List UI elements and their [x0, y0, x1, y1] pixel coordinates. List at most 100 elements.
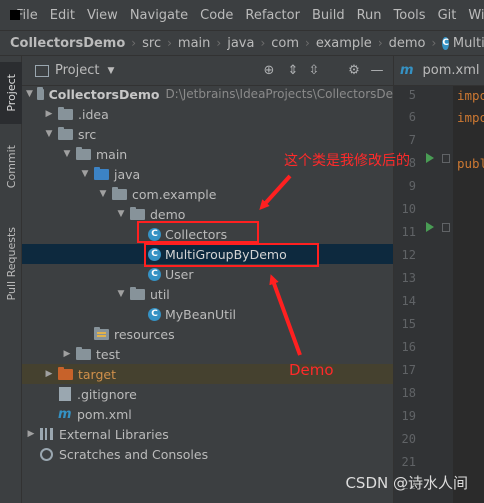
chevron-right-icon[interactable]: ▶ [26, 429, 36, 439]
breadcrumb-project[interactable]: CollectorsDemo [10, 36, 125, 51]
file-icon [59, 387, 71, 401]
folder-icon [58, 106, 73, 120]
class-icon: C [442, 36, 449, 50]
run-class-icon[interactable] [426, 153, 434, 163]
chevron-right-icon: › [131, 36, 137, 50]
tree-item-label: CollectorsDemo [48, 86, 160, 102]
project-window-icon [35, 64, 49, 77]
tree-item-gitignore[interactable]: ▶ .gitignore [22, 384, 393, 404]
class-icon: C [148, 267, 161, 281]
tree-item-resources[interactable]: ▶ resources [22, 324, 393, 344]
breadcrumb-com[interactable]: com [271, 36, 299, 51]
tree-item-root[interactable]: ▼ CollectorsDemo D:\Jetbrains\IdeaProjec… [22, 84, 393, 104]
breadcrumb-java[interactable]: java [227, 36, 254, 51]
annotation-note-top: 这个类是我修改后的 [284, 153, 410, 169]
tool-tab-pull-requests[interactable]: Pull Requests [0, 216, 22, 312]
menu-run[interactable]: Run [357, 8, 382, 23]
breadcrumb-example[interactable]: example [316, 36, 372, 51]
tree-item-util[interactable]: ▼ util [22, 284, 393, 304]
tree-item-user[interactable]: ▶ C User [22, 264, 393, 284]
line-number: 7 [408, 133, 416, 147]
line-number: 9 [408, 179, 416, 193]
tree-item-label: resources [114, 326, 175, 342]
code-editor[interactable]: impo impo publ [453, 86, 484, 503]
tree-item-label: util [150, 286, 170, 302]
tree-item-target[interactable]: ▶ target [22, 364, 393, 384]
chevron-down-icon[interactable]: ▼ [62, 149, 72, 159]
tree-item-mybeanutil[interactable]: ▶ C MyBeanUtil [22, 304, 393, 324]
tree-item-label: External Libraries [59, 426, 169, 442]
resources-folder-icon [94, 326, 109, 340]
line-number: 13 [401, 271, 416, 285]
expand-all-icon[interactable]: ⇳ [307, 64, 321, 78]
chevron-right-icon[interactable]: ▶ [44, 369, 54, 379]
breadcrumb-main[interactable]: main [178, 36, 210, 51]
tree-item-label: MyBeanUtil [165, 306, 237, 322]
line-number: 16 [401, 340, 416, 354]
chevron-right-icon[interactable]: ▶ [44, 109, 54, 119]
menu-build[interactable]: Build [312, 8, 345, 23]
package-icon [130, 286, 145, 300]
library-icon [40, 428, 53, 440]
tool-tab-pull-requests-label: Pull Requests [4, 227, 18, 301]
menu-git[interactable]: Git [438, 8, 457, 23]
line-number: 20 [401, 432, 416, 446]
panel-title[interactable]: Project [55, 63, 99, 78]
menu-edit[interactable]: Edit [50, 8, 75, 23]
gear-icon[interactable]: ⚙ [347, 64, 361, 78]
tree-item-com-example[interactable]: ▼ com.example [22, 184, 393, 204]
chevron-right-icon: › [216, 36, 222, 50]
project-path: D:\Jetbrains\IdeaProjects\CollectorsDe [165, 87, 393, 101]
menu-navigate[interactable]: Navigate [130, 8, 188, 23]
left-tool-strip: Project Commit Pull Requests [0, 56, 22, 503]
hide-icon[interactable]: — [370, 64, 384, 78]
fold-icon[interactable] [442, 223, 450, 232]
tree-item-label: com.example [132, 186, 217, 202]
code-line: impo [457, 110, 484, 125]
run-main-icon[interactable] [426, 222, 434, 232]
collapse-all-icon[interactable]: ⇕ [286, 64, 300, 78]
tree-item-idea[interactable]: ▶ .idea [22, 104, 393, 124]
menu-view[interactable]: View [87, 8, 118, 23]
editor-tab-pom[interactable]: pom.xml (C [423, 63, 484, 78]
line-number: 12 [401, 248, 416, 262]
menu-window[interactable]: Wind [468, 8, 484, 23]
menu-refactor[interactable]: Refactor [245, 8, 300, 23]
chevron-right-icon[interactable]: ▶ [62, 349, 72, 359]
chevron-down-icon[interactable]: ▼ [116, 209, 126, 219]
chevron-down-icon[interactable]: ▼ [26, 89, 33, 99]
maven-icon: m [400, 63, 414, 78]
chevron-down-icon[interactable]: ▼ [107, 66, 114, 76]
chevron-down-icon[interactable]: ▼ [98, 189, 108, 199]
locate-icon[interactable]: ⊕ [262, 64, 276, 78]
line-number: 5 [408, 88, 416, 102]
editor-tab-bar: m pom.xml (C [393, 56, 484, 86]
breadcrumb-demo[interactable]: demo [389, 36, 426, 51]
tool-tab-commit[interactable]: Commit [0, 136, 22, 198]
menu-bar: File Edit View Navigate Code Refactor Bu… [0, 0, 484, 30]
folder-icon [76, 346, 91, 360]
folder-icon [36, 86, 44, 100]
menu-code[interactable]: Code [200, 8, 233, 23]
tree-item-src[interactable]: ▼ src [22, 124, 393, 144]
tool-tab-project[interactable]: Project [0, 62, 22, 124]
tree-item-label: src [78, 126, 97, 142]
tree-item-external-libraries[interactable]: ▶ External Libraries [22, 424, 393, 444]
breadcrumb-class[interactable]: MultiGroupByDemo [453, 36, 484, 51]
code-line: impo [457, 88, 484, 103]
menu-tools[interactable]: Tools [394, 8, 426, 23]
line-number: 6 [408, 110, 416, 124]
chevron-down-icon[interactable]: ▼ [44, 129, 54, 139]
chevron-down-icon[interactable]: ▼ [80, 169, 90, 179]
tool-tab-commit-label: Commit [4, 145, 18, 189]
chevron-right-icon: › [305, 36, 310, 50]
tree-item-scratches[interactable]: ▶ Scratches and Consoles [22, 444, 393, 464]
tree-item-label: pom.xml [77, 406, 132, 422]
chevron-down-icon[interactable]: ▼ [116, 289, 126, 299]
package-icon [112, 186, 127, 200]
tree-item-test[interactable]: ▶ test [22, 344, 393, 364]
watermark: CSDN @诗水人间 [345, 474, 468, 492]
breadcrumb-src[interactable]: src [142, 36, 161, 51]
tree-item-pom[interactable]: ▶ m pom.xml [22, 404, 393, 424]
fold-icon[interactable] [442, 154, 450, 163]
